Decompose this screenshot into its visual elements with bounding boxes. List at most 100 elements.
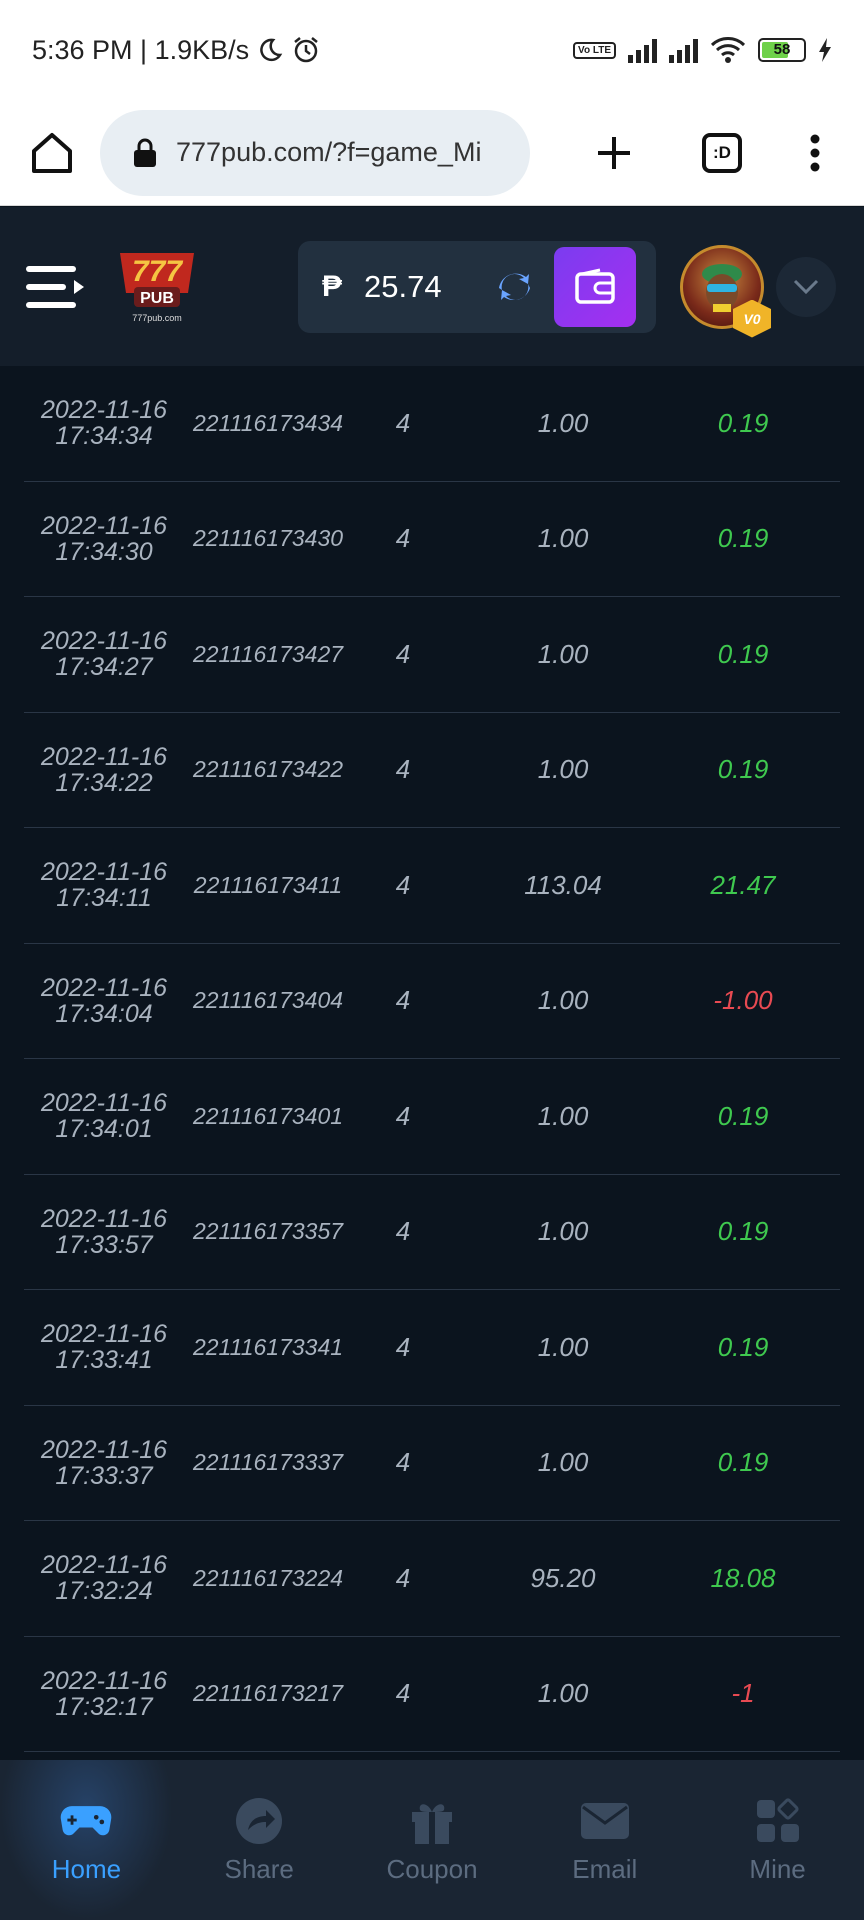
table-row: 2022-11-16 17:34:27 221116173427 4 1.00 0.19 <box>24 597 840 713</box>
record-date: 2022-11-16 <box>40 1320 168 1349</box>
record-result: 0.19 <box>717 407 769 438</box>
record-result: 0.19 <box>717 1216 769 1247</box>
signal-icon-2 <box>669 37 698 63</box>
record-date: 2022-11-16 <box>40 1666 168 1695</box>
record-id: 221116173217 <box>192 1680 344 1707</box>
lock-icon <box>134 138 156 167</box>
record-result: 0.19 <box>717 1447 769 1478</box>
record-bet: 1.00 <box>537 1100 589 1131</box>
new-tab-icon[interactable] <box>586 125 642 181</box>
browser-toolbar: 777pub.com/?f=game_Mi :D <box>0 100 864 206</box>
record-count: 4 <box>395 638 411 669</box>
record-datetime: 2022-11-16 17:33:57 <box>24 1206 184 1258</box>
nav-mine[interactable]: Mine <box>691 1760 864 1920</box>
record-id: 221116173427 <box>192 640 344 667</box>
record-time: 17:33:57 <box>55 1230 153 1259</box>
record-bet: 1.00 <box>537 1331 589 1362</box>
battery-icon: 58 <box>758 38 806 62</box>
currency-symbol: ₱ <box>322 269 343 303</box>
record-time: 17:32:24 <box>55 1577 153 1606</box>
record-time: 17:34:11 <box>56 884 152 913</box>
bet-records-table: 2022-11-16 17:34:34 221116173434 4 1.00 0.19 2… <box>24 366 840 1752</box>
record-result: 0.19 <box>717 638 769 669</box>
record-result: 0.19 <box>717 1331 769 1362</box>
table-row: 2022-11-16 17:33:37 221116173337 4 1.00 0.19 <box>24 1406 840 1521</box>
table-row: 2022-11-16 17:34:11 221116173411 4 113.04 21.… <box>24 828 840 944</box>
record-time: 17:34:04 <box>55 999 153 1028</box>
record-count: 4 <box>395 985 411 1016</box>
tab-switcher-button[interactable]: :D <box>702 132 742 173</box>
record-bet: 1.00 <box>537 638 589 669</box>
svg-text:777: 777 <box>132 255 183 288</box>
record-count: 4 <box>395 1100 411 1131</box>
record-bet: 1.00 <box>537 1678 589 1709</box>
record-datetime: 2022-11-16 17:32:17 <box>24 1668 184 1720</box>
record-id: 221116173224 <box>192 1564 344 1591</box>
nav-email[interactable]: Email <box>518 1760 691 1920</box>
record-bet: 1.00 <box>537 523 589 554</box>
url-text: 777pub.com/?f=game_Mi <box>176 137 482 167</box>
record-date: 2022-11-16 <box>40 1089 168 1118</box>
record-count: 4 <box>395 1331 411 1362</box>
record-time: 17:33:41 <box>55 1346 153 1375</box>
record-datetime: 2022-11-16 17:34:22 <box>24 744 184 796</box>
record-result: -1.00 <box>713 985 773 1016</box>
record-count: 4 <box>395 1216 411 1247</box>
wifi-icon <box>710 37 746 63</box>
record-count: 4 <box>395 754 411 785</box>
record-bet: 113.04 <box>524 869 602 900</box>
refresh-icon[interactable] <box>490 262 540 312</box>
record-id: 221116173404 <box>192 987 344 1014</box>
url-bar[interactable]: 777pub.com/?f=game_Mi <box>100 109 530 196</box>
record-datetime: 2022-11-16 17:34:27 <box>24 628 184 680</box>
table-row: 2022-11-16 17:34:22 221116173422 4 1.00 0.19 <box>24 713 840 828</box>
record-result: 21.47 <box>710 869 776 900</box>
svg-text:777pub.com: 777pub.com <box>132 313 182 323</box>
record-date: 2022-11-16 <box>40 1435 168 1464</box>
app-header: 777 PUB 777pub.com ₱ 25.74 V0 <box>0 207 864 366</box>
record-count: 4 <box>395 1562 411 1593</box>
record-count: 4 <box>395 407 411 438</box>
record-datetime: 2022-11-16 17:33:37 <box>24 1437 184 1489</box>
charging-icon <box>819 38 831 62</box>
nav-label-share: Share <box>224 1853 294 1884</box>
nav-share[interactable]: Share <box>173 1760 346 1920</box>
menu-icon[interactable] <box>24 262 86 312</box>
table-row: 2022-11-16 17:34:04 221116173404 4 1.00 -1.00 <box>24 944 840 1059</box>
record-result: 18.08 <box>710 1562 776 1593</box>
avatar[interactable]: V0 <box>680 244 771 338</box>
record-id: 221116173430 <box>192 525 344 552</box>
record-time: 17:32:17 <box>55 1692 153 1721</box>
record-datetime: 2022-11-16 17:34:11 <box>24 859 184 911</box>
moon-icon <box>260 38 283 62</box>
share-icon <box>236 1797 283 1844</box>
more-options-icon[interactable] <box>800 125 830 181</box>
record-id: 221116173401 <box>192 1102 344 1129</box>
wallet-icon <box>575 268 615 304</box>
table-row: 2022-11-16 17:33:41 221116173341 4 1.00 0.19 <box>24 1290 840 1406</box>
record-bet: 1.00 <box>537 1216 589 1247</box>
balance-box: ₱ 25.74 <box>298 240 656 333</box>
table-row: 2022-11-16 17:34:34 221116173434 4 1.00 0.19 <box>24 366 840 482</box>
record-datetime: 2022-11-16 17:34:01 <box>24 1090 184 1142</box>
record-datetime: 2022-11-16 17:34:30 <box>24 513 184 565</box>
record-result: 0.19 <box>717 754 769 785</box>
table-row: 2022-11-16 17:33:57 221116173357 4 1.00 0.19 <box>24 1175 840 1290</box>
logo[interactable]: 777 PUB 777pub.com <box>112 247 202 327</box>
record-id: 221116173422 <box>192 756 344 783</box>
volte-icon: Vo LTE <box>573 41 616 59</box>
wallet-button[interactable] <box>554 246 637 327</box>
record-time: 17:33:37 <box>55 1461 153 1490</box>
record-result: 0.19 <box>717 1100 769 1131</box>
nav-label-home: Home <box>51 1853 122 1884</box>
nav-home[interactable]: Home <box>0 1760 173 1920</box>
nav-label-mine: Mine <box>749 1853 806 1884</box>
grid-icon <box>756 1797 799 1842</box>
record-time: 17:34:34 <box>55 422 153 451</box>
chevron-down-icon[interactable] <box>776 256 836 317</box>
home-icon[interactable] <box>24 125 80 181</box>
record-date: 2022-11-16 <box>40 742 168 771</box>
nav-coupon[interactable]: Coupon <box>346 1760 519 1920</box>
record-time: 17:34:22 <box>55 768 153 797</box>
record-result: -1 <box>731 1678 755 1709</box>
